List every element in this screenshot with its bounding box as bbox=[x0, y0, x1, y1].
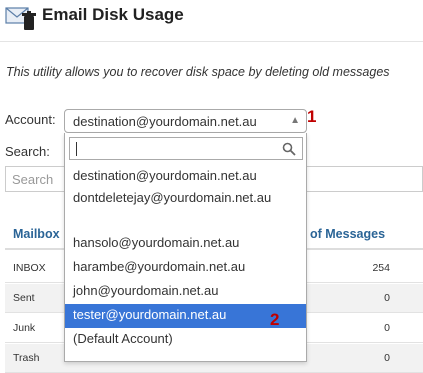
message-count: 0 bbox=[384, 352, 390, 364]
message-count: 0 bbox=[384, 292, 390, 304]
page-title: Email Disk Usage bbox=[42, 5, 184, 24]
account-option[interactable]: john@yourdomain.net.au bbox=[65, 280, 306, 304]
message-count: 254 bbox=[372, 262, 390, 274]
account-select[interactable]: destination@yourdomain.net.au ▲ bbox=[64, 109, 307, 133]
page-description: This utility allows you to recover disk … bbox=[6, 65, 390, 79]
account-label: Account: bbox=[5, 112, 56, 127]
search-placeholder: Search bbox=[12, 172, 54, 187]
mail-trash-icon bbox=[5, 5, 37, 33]
mailbox-name: Trash bbox=[13, 352, 40, 364]
dropdown-search-input[interactable] bbox=[69, 137, 303, 160]
account-option[interactable]: (Default Account) bbox=[65, 328, 306, 352]
header-divider bbox=[0, 41, 423, 42]
chevron-up-icon: ▲ bbox=[290, 115, 300, 126]
message-count: 0 bbox=[384, 322, 390, 334]
account-selected-value: destination@yourdomain.net.au bbox=[73, 114, 257, 129]
search-label: Search: bbox=[5, 144, 50, 159]
annotation-marker-1: 1 bbox=[307, 107, 317, 126]
account-option[interactable]: harambe@yourdomain.net.au bbox=[65, 256, 306, 280]
text-cursor bbox=[76, 142, 77, 156]
mailbox-name: Junk bbox=[13, 322, 36, 334]
mailbox-name: INBOX bbox=[13, 262, 46, 274]
annotation-marker-2: 2 bbox=[270, 310, 280, 329]
mailbox-name: Sent bbox=[13, 292, 35, 304]
account-option[interactable]: destination@yourdomain.net.au bbox=[65, 165, 306, 189]
account-option[interactable]: dontdeletejay@yourdomain.net.au bbox=[65, 189, 306, 232]
column-header-mailbox[interactable]: Mailbox bbox=[13, 227, 60, 241]
column-header-messages[interactable]: of Messages bbox=[310, 227, 385, 241]
account-option[interactable]: hansolo@yourdomain.net.au bbox=[65, 232, 306, 256]
search-icon bbox=[282, 142, 296, 156]
